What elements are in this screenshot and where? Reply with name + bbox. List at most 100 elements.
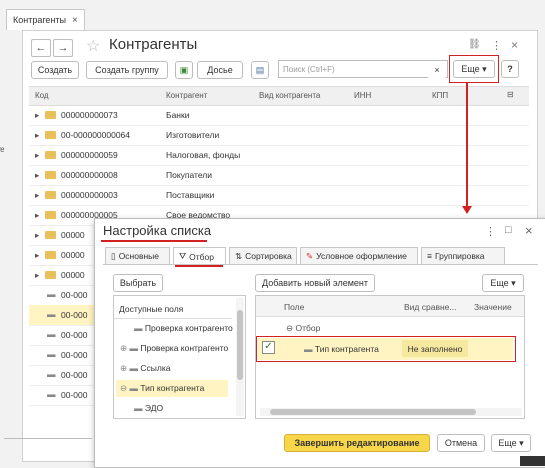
- search-input[interactable]: Поиск (Ctrl+F): [278, 60, 448, 78]
- more-button[interactable]: Еще ▾: [482, 274, 524, 292]
- element-icon: ▬: [47, 329, 56, 339]
- report-icon[interactable]: ▤: [251, 61, 269, 79]
- expand-arrow-icon[interactable]: ▸: [35, 270, 39, 281]
- add-element-button[interactable]: Добавить новый элемент: [255, 274, 375, 292]
- more-button[interactable]: Еще ▾: [491, 434, 531, 452]
- tab-sort[interactable]: ⇅ Сортировка: [229, 247, 297, 264]
- cancel-button[interactable]: Отмена: [437, 434, 485, 452]
- field-item[interactable]: ⊕ ▬ Ссылка: [120, 363, 170, 374]
- field-label: Проверка контрагенто: [144, 323, 233, 333]
- list-settings-dialog: Настройка списка ⋮ □ × ▯ Основные ⛛ Отбор …: [94, 218, 545, 468]
- column-settings-icon[interactable]: ⊟: [507, 90, 514, 99]
- print-icon[interactable]: ▣: [175, 61, 193, 79]
- filter-checkbox[interactable]: ✓: [262, 341, 275, 354]
- filter-group[interactable]: ⊖ Отбор: [286, 323, 320, 334]
- divider: [4, 438, 92, 439]
- close-icon[interactable]: ×: [72, 15, 78, 26]
- row-code: 00-000: [61, 390, 88, 400]
- folder-icon: [45, 271, 56, 279]
- col-code[interactable]: Код: [35, 91, 49, 100]
- close-icon[interactable]: ×: [511, 38, 518, 52]
- close-icon[interactable]: ×: [525, 223, 533, 238]
- folder-icon: [45, 171, 56, 179]
- search-clear-icon[interactable]: ×: [428, 61, 446, 79]
- table-row[interactable]: ▸ 00-000000000064 Изготовители: [29, 125, 529, 146]
- field-item[interactable]: ⊕ ▬ Проверка контрагенто: [120, 343, 228, 354]
- row-name: Покупатели: [166, 170, 212, 180]
- col-kpp[interactable]: КПП: [432, 91, 448, 100]
- filter-panel: Поле Вид сравне... Значение ⊖ Отбор ✓ ▬ …: [255, 295, 525, 419]
- folder-icon: [45, 151, 56, 159]
- tab-bar: Контрагенты ×: [0, 0, 545, 30]
- table-row[interactable]: ▸ 000000000008 Покупатели: [29, 165, 529, 186]
- col-type[interactable]: Вид контрагента: [259, 91, 320, 100]
- create-button[interactable]: Создать: [31, 61, 79, 79]
- create-group-button[interactable]: Создать группу: [86, 61, 168, 79]
- row-code: 00-000: [61, 330, 88, 340]
- element-icon: ▬: [47, 389, 56, 399]
- forward-button[interactable]: →: [53, 39, 73, 57]
- tab-counterparties[interactable]: Контрагенты ×: [6, 9, 85, 30]
- row-code: 000000000008: [61, 170, 118, 180]
- taskbar-fragment: [520, 456, 545, 466]
- element-icon: ▬: [47, 289, 56, 299]
- choose-button[interactable]: Выбрать: [113, 274, 163, 292]
- more-actions-icon[interactable]: ⋮: [485, 225, 496, 238]
- sort-icon: ⇅: [235, 250, 243, 261]
- col-counterparty[interactable]: Контрагент: [166, 91, 207, 100]
- table-row[interactable]: ▸ 000000000073 Банки: [29, 105, 529, 126]
- h-scrollbar-thumb[interactable]: [270, 409, 476, 415]
- col-value[interactable]: Значение: [474, 302, 512, 312]
- more-actions-icon[interactable]: ⋮: [491, 39, 502, 52]
- expand-arrow-icon[interactable]: ▸: [35, 250, 39, 261]
- grouping-icon: ≡: [427, 251, 432, 261]
- expand-arrow-icon[interactable]: ▸: [35, 110, 39, 121]
- row-code: 00000: [61, 230, 85, 240]
- more-button[interactable]: Еще ▾: [453, 60, 495, 78]
- field-item[interactable]: ▬ ЭДО: [134, 403, 163, 413]
- dossier-button[interactable]: Досье: [197, 61, 243, 79]
- dialog-title: Настройка списка: [103, 223, 212, 238]
- tab-filter[interactable]: ⛛ Отбор: [173, 247, 226, 265]
- col-field[interactable]: Поле: [284, 302, 304, 312]
- finish-editing-button[interactable]: Завершить редактирование: [284, 434, 430, 452]
- restore-icon[interactable]: □: [505, 224, 512, 236]
- col-inn[interactable]: ИНН: [354, 91, 371, 100]
- expand-arrow-icon[interactable]: ▸: [35, 230, 39, 241]
- filter-row[interactable]: [258, 338, 513, 360]
- link-icon[interactable]: ⛓: [468, 39, 481, 50]
- field-item[interactable]: ▬ Проверка контрагенто: [134, 323, 233, 333]
- tab-conditional-format[interactable]: ✎ Условное оформление: [300, 247, 418, 264]
- filter-item: ▬ Тип контрагента: [304, 344, 379, 354]
- row-code: 00000: [61, 270, 85, 280]
- tab-basic[interactable]: ▯ Основные: [105, 247, 170, 264]
- row-name: Банки: [166, 110, 190, 120]
- element-icon: ▬: [47, 349, 56, 359]
- annotation-arrowhead: [462, 206, 472, 214]
- dash-icon: ▬: [134, 323, 145, 333]
- folder-icon: [45, 251, 56, 259]
- expand-arrow-icon[interactable]: ▸: [35, 210, 39, 221]
- search-placeholder: Поиск (Ctrl+F): [283, 64, 335, 74]
- expand-arrow-icon[interactable]: ▸: [35, 130, 39, 141]
- back-button[interactable]: ←: [31, 39, 51, 57]
- row-code: 00000: [61, 250, 85, 260]
- filter-group-label: Отбор: [295, 323, 321, 333]
- expand-arrow-icon[interactable]: ▸: [35, 150, 39, 161]
- expand-arrow-icon[interactable]: ▸: [35, 170, 39, 181]
- comparison-value[interactable]: Не заполнено: [402, 340, 468, 357]
- col-compare[interactable]: Вид сравне...: [404, 302, 456, 312]
- favorite-star-icon[interactable]: ☆: [86, 36, 100, 56]
- row-name: Налоговая, фонды: [166, 150, 241, 160]
- expand-arrow-icon[interactable]: ▸: [35, 190, 39, 201]
- row-code: 000000000003: [61, 190, 118, 200]
- tab-grouping[interactable]: ≡ Группировка: [421, 247, 505, 264]
- tab-label: Сортировка: [245, 251, 292, 261]
- scrollbar-thumb[interactable]: [237, 310, 243, 380]
- table-row[interactable]: ▸ 000000000003 Поставщики: [29, 185, 529, 206]
- field-label: Тип контрагента: [140, 383, 205, 393]
- help-button[interactable]: ?: [501, 60, 519, 78]
- back-arrow-icon: ←: [35, 42, 47, 54]
- field-item[interactable]: ⊖ ▬ Тип контрагента: [120, 383, 204, 394]
- table-row[interactable]: ▸ 000000000059 Налоговая, фонды: [29, 145, 529, 166]
